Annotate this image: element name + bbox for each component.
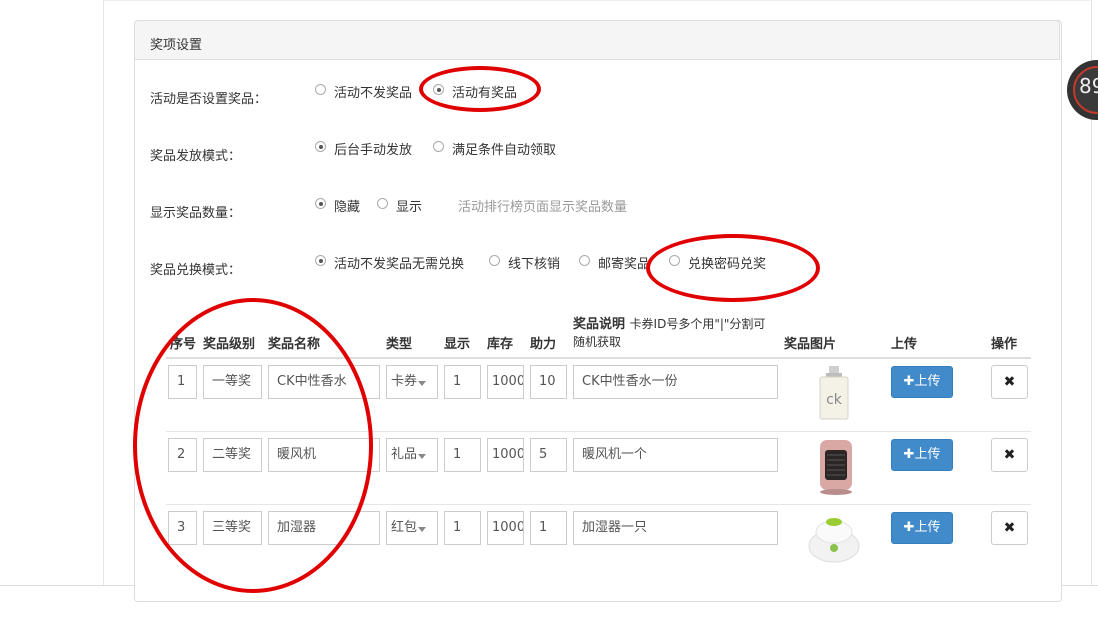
table-row-show-input[interactable]: 1 bbox=[444, 511, 481, 545]
upload-label: 上传 bbox=[914, 447, 941, 462]
table-row-type-select[interactable]: 礼品 bbox=[386, 438, 438, 472]
top-divider bbox=[104, 0, 1091, 1]
form-label-redeem-mode: 奖品兑换模式： bbox=[150, 263, 242, 278]
th-assist: 助力 bbox=[530, 337, 557, 352]
radio-mail-prize[interactable] bbox=[579, 255, 590, 266]
form-label-has-prize: 活动是否设置奖品： bbox=[150, 92, 268, 107]
th-desc-note-2: 随机获取 bbox=[573, 335, 622, 349]
table-row-show-input[interactable]: 1 bbox=[444, 438, 481, 472]
chevron-down-icon bbox=[418, 454, 426, 459]
floating-counter-badge[interactable]: 89 bbox=[1067, 60, 1098, 120]
th-action: 操作 bbox=[991, 337, 1018, 352]
table-row-assist-input[interactable]: 5 bbox=[530, 438, 567, 472]
panel-header bbox=[134, 20, 1060, 60]
table-row-assist-input[interactable]: 1 bbox=[530, 511, 567, 545]
radio-manual-distribution[interactable] bbox=[315, 141, 326, 152]
plus-icon: ✚ bbox=[903, 374, 915, 389]
heater-image bbox=[814, 436, 858, 496]
chevron-down-icon bbox=[418, 381, 426, 386]
table-row-desc-input[interactable]: 暖风机一个 bbox=[573, 438, 778, 472]
radio-label-no-prize[interactable]: 活动不发奖品 bbox=[334, 82, 412, 101]
left-sidebar bbox=[0, 0, 104, 585]
table-row-type-select[interactable]: 卡券 bbox=[386, 365, 438, 399]
annotation-circle-password-redeem bbox=[646, 234, 820, 302]
table-row-desc-input[interactable]: 加湿器一只 bbox=[573, 511, 778, 545]
th-stock: 库存 bbox=[487, 337, 514, 352]
show-quantity-hint: 活动排行榜页面显示奖品数量 bbox=[458, 200, 628, 215]
type-select-value: 礼品 bbox=[391, 447, 418, 462]
th-upload: 上传 bbox=[891, 337, 918, 352]
plus-icon: ✚ bbox=[903, 447, 915, 462]
type-select-value: 红包 bbox=[391, 520, 418, 535]
radio-label-show[interactable]: 显示 bbox=[396, 196, 422, 215]
radio-hide-quantity[interactable] bbox=[315, 198, 326, 209]
upload-button[interactable]: ✚上传 bbox=[891, 366, 953, 398]
th-image: 奖品图片 bbox=[784, 337, 837, 352]
upload-button[interactable]: ✚上传 bbox=[891, 512, 953, 544]
form-label-distribution-mode: 奖品发放模式： bbox=[150, 149, 242, 164]
th-desc-note: 卡券ID号多个用"|"分割可 bbox=[629, 317, 766, 331]
close-icon: ✖ bbox=[1003, 374, 1016, 390]
close-icon: ✖ bbox=[1003, 520, 1016, 536]
upload-label: 上传 bbox=[914, 520, 941, 535]
th-desc: 奖品说明 卡券ID号多个用"|"分割可 bbox=[573, 317, 766, 332]
panel-title: 奖项设置 bbox=[150, 38, 203, 53]
th-type: 类型 bbox=[386, 337, 413, 352]
badge-count: 89 bbox=[1079, 74, 1098, 98]
table-row-stock-input[interactable]: 1000 bbox=[487, 438, 524, 472]
annotation-circle-prize-columns bbox=[133, 298, 373, 593]
upload-button[interactable]: ✚上传 bbox=[891, 439, 953, 471]
perfume-image: ck bbox=[812, 364, 856, 422]
radio-no-prize[interactable] bbox=[315, 84, 326, 95]
chevron-down-icon bbox=[418, 527, 426, 532]
radio-auto-claim[interactable] bbox=[433, 141, 444, 152]
type-select-value: 卡券 bbox=[391, 374, 418, 389]
close-icon: ✖ bbox=[1003, 447, 1016, 463]
plus-icon: ✚ bbox=[903, 520, 915, 535]
table-row-stock-input[interactable]: 1000 bbox=[487, 511, 524, 545]
radio-offline-verify[interactable] bbox=[489, 255, 500, 266]
delete-row-button[interactable]: ✖ bbox=[991, 511, 1028, 545]
radio-label-auto-claim[interactable]: 满足条件自动领取 bbox=[452, 139, 556, 158]
radio-label-manual-distribution[interactable]: 后台手动发放 bbox=[334, 139, 412, 158]
delete-row-button[interactable]: ✖ bbox=[991, 365, 1028, 399]
radio-label-offline-verify[interactable]: 线下核销 bbox=[508, 253, 560, 272]
svg-text:ck: ck bbox=[826, 392, 843, 408]
table-row-show-input[interactable]: 1 bbox=[444, 365, 481, 399]
radio-show-quantity[interactable] bbox=[377, 198, 388, 209]
form-label-show-quantity: 显示奖品数量： bbox=[150, 206, 242, 221]
table-row-assist-input[interactable]: 10 bbox=[530, 365, 567, 399]
th-show: 显示 bbox=[444, 337, 471, 352]
table-row-type-select[interactable]: 红包 bbox=[386, 511, 438, 545]
radio-label-no-redeem[interactable]: 活动不发奖品无需兑换 bbox=[334, 253, 464, 272]
upload-label: 上传 bbox=[914, 374, 941, 389]
delete-row-button[interactable]: ✖ bbox=[991, 438, 1028, 472]
radio-no-redeem[interactable] bbox=[315, 255, 326, 266]
table-row-desc-input[interactable]: CK中性香水一份 bbox=[573, 365, 778, 399]
annotation-circle-has-prize bbox=[419, 66, 541, 112]
table-row-stock-input[interactable]: 1000 bbox=[487, 365, 524, 399]
humidifier-image bbox=[806, 514, 862, 564]
radio-label-mail-prize[interactable]: 邮寄奖品 bbox=[598, 253, 650, 272]
radio-label-hide[interactable]: 隐藏 bbox=[334, 196, 360, 215]
